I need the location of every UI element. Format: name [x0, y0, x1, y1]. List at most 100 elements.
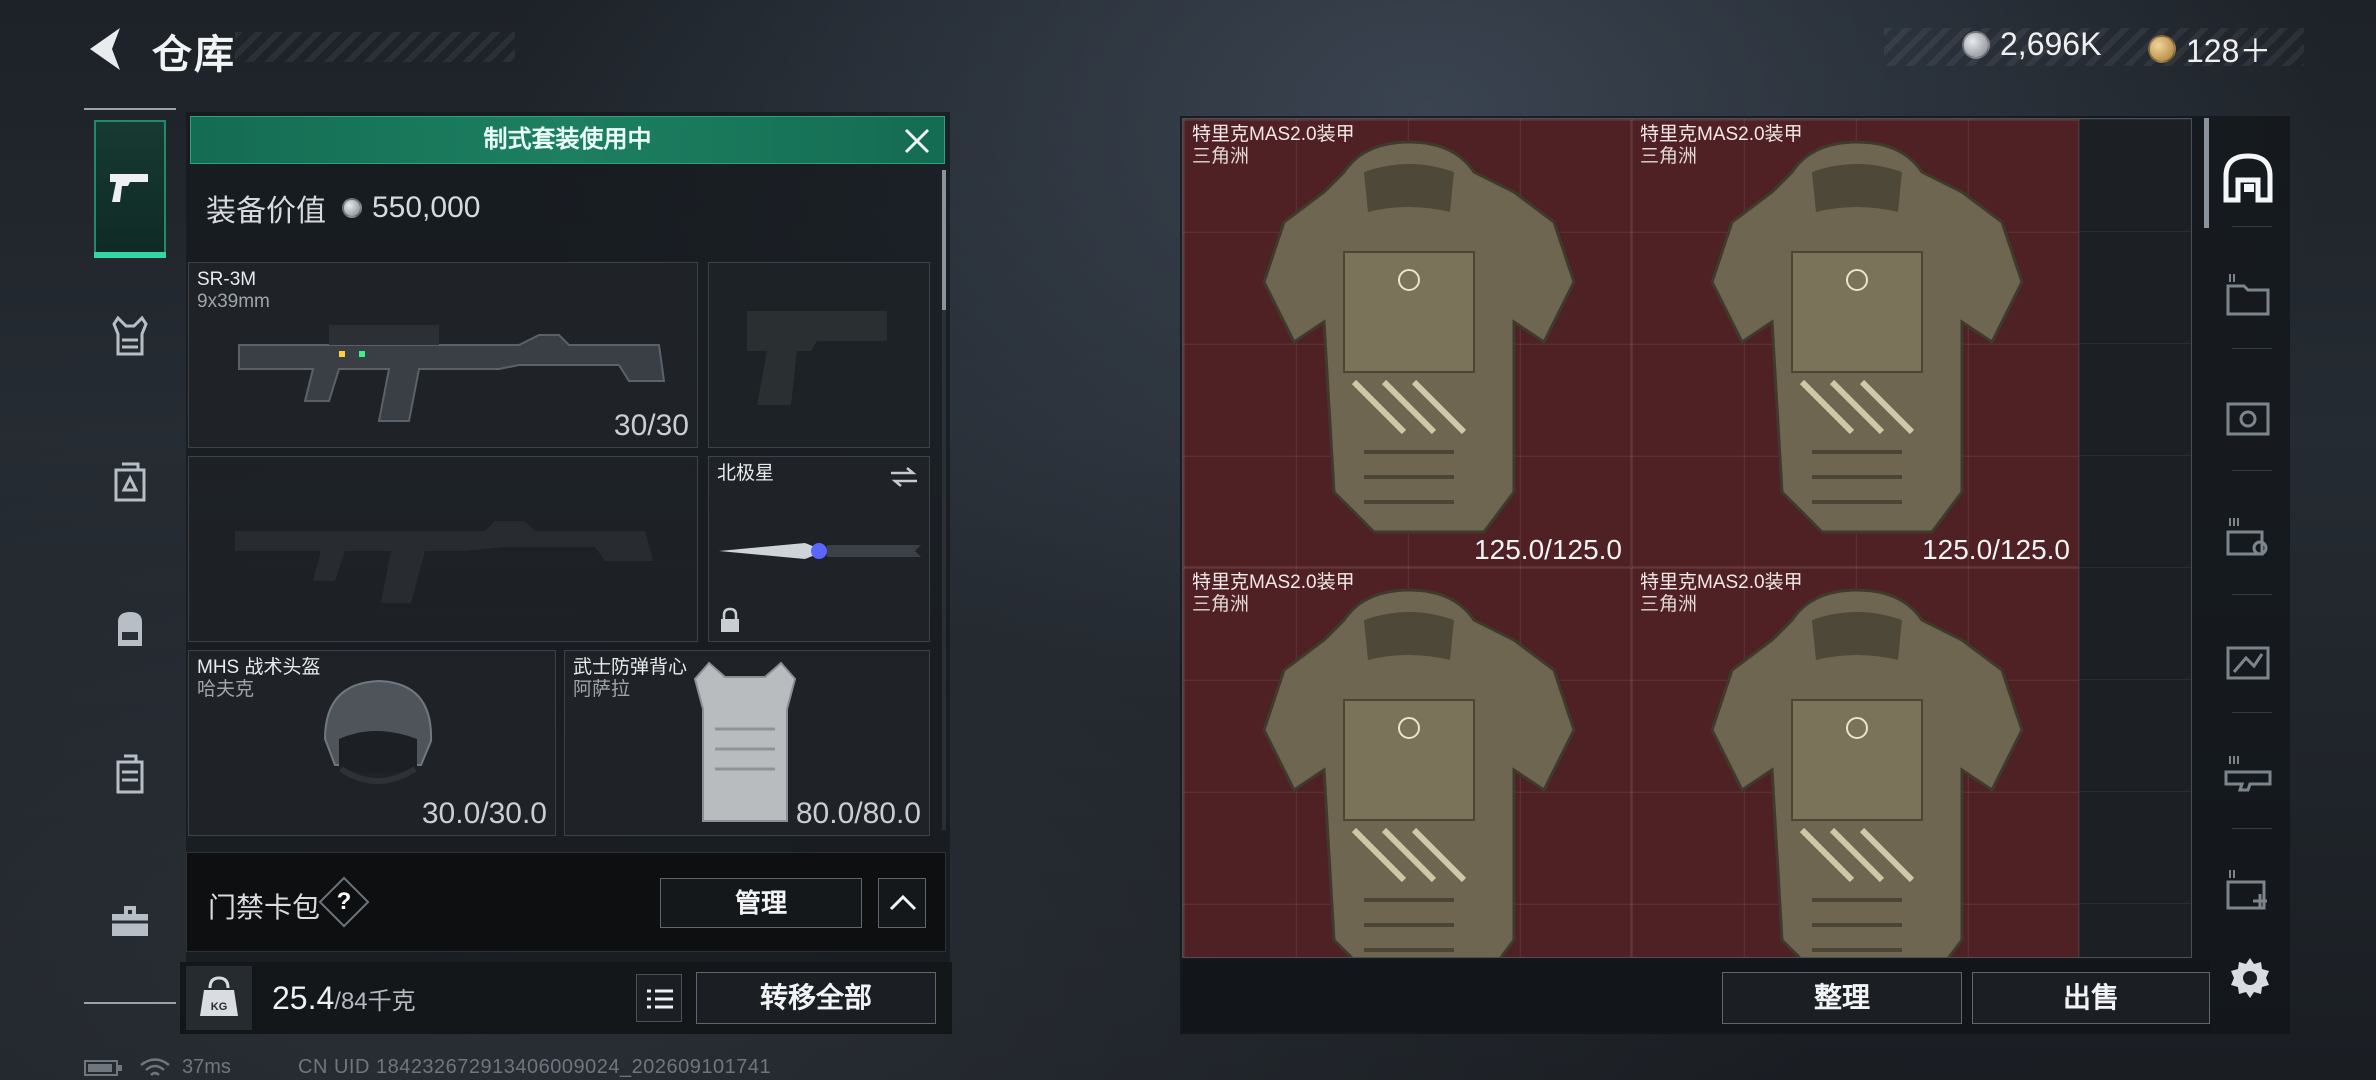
rail-separator: [2232, 348, 2272, 349]
storage-item[interactable]: 特里克MAS2.0装甲 三角洲 125.0/125.0: [1183, 119, 1631, 567]
storage-item[interactable]: 特里克MAS2.0装甲 三角洲: [1183, 567, 1631, 958]
rail-separator: [2232, 226, 2272, 227]
rail-tab-backpack[interactable]: [108, 606, 152, 650]
silver-coin-icon: [342, 198, 362, 218]
close-icon: [904, 128, 930, 154]
weapon-name: SR-3M: [197, 269, 257, 290]
filter-all-tab[interactable]: [2220, 150, 2276, 206]
armor-item-image: [1662, 580, 2052, 958]
filter-tab-6[interactable]: [2220, 864, 2276, 920]
sell-button[interactable]: 出售: [1972, 972, 2210, 1024]
item-durability: 125.0/125.0: [1474, 534, 1622, 565]
equipment-value-amount: 550,000: [372, 191, 481, 224]
rail-tab-helmet[interactable]: [108, 460, 152, 504]
rail-tab-armor[interactable]: [108, 314, 152, 358]
vest-image: [693, 661, 797, 822]
silver-coin-icon: [1962, 30, 1990, 59]
rail-divider-bottom: [84, 1002, 176, 1004]
item-faction: 三角洲: [1640, 146, 1698, 167]
swap-icon[interactable]: [889, 465, 919, 489]
home-icon: [2223, 153, 2273, 203]
chest-rig-icon: [114, 462, 146, 502]
lock-icon: [721, 607, 739, 632]
storage-scrollbar[interactable]: [2204, 118, 2209, 228]
item-name: 特里克MAS2.0装甲: [1640, 572, 1803, 593]
pistol-placeholder-icon: [747, 311, 887, 405]
weapon-case-icon: [2224, 756, 2272, 792]
silver-currency: 2,696K: [1962, 26, 2101, 63]
gold-currency[interactable]: 128＋: [2148, 26, 2271, 72]
knife-image: [719, 543, 921, 559]
armor-name: 武士防弹背心: [573, 657, 688, 678]
gold-currency-value: 128＋: [2186, 33, 2272, 69]
rail-divider-top: [84, 108, 176, 110]
filter-tab-1[interactable]: [2220, 268, 2276, 324]
gear-icon: [2231, 958, 2269, 998]
transfer-all-button[interactable]: 转移全部: [696, 972, 936, 1024]
filter-tab-5[interactable]: [2220, 748, 2276, 804]
settings-button[interactable]: [2226, 954, 2274, 1002]
weapon-ammo: 30/30: [613, 409, 689, 442]
ping-value: 37ms: [182, 1056, 231, 1078]
slot-melee[interactable]: 北极星: [708, 456, 930, 642]
equipment-value-label: 装备价值: [206, 195, 326, 228]
page-title: 仓库: [152, 33, 236, 77]
manage-button[interactable]: 管理: [660, 878, 862, 928]
weapon-caliber: 9x39mm: [197, 291, 270, 312]
banner-close-button[interactable]: [900, 124, 934, 158]
help-icon[interactable]: ?: [326, 884, 362, 920]
back-button[interactable]: [82, 22, 128, 76]
slot-secondary-weapon[interactable]: [708, 262, 930, 448]
filter-tab-3[interactable]: [2220, 512, 2276, 568]
weight-value: 25.4/84千克: [272, 980, 416, 1017]
armor-item-image: [1214, 132, 1604, 542]
helmet-name: MHS 战术头盔: [197, 657, 321, 678]
wifi-icon: [140, 1058, 170, 1076]
folder-icon: [2226, 274, 2270, 316]
filter-tab-4[interactable]: [2220, 632, 2276, 688]
loadout-scrollbar[interactable]: [942, 170, 946, 310]
item-name: 特里克MAS2.0装甲: [1640, 124, 1803, 145]
toolbox-icon: [112, 906, 148, 936]
rail-tab-toolbox[interactable]: [108, 898, 152, 942]
equipment-value: 装备价值 550,000: [206, 186, 480, 230]
rifle-placeholder-icon: [235, 521, 653, 603]
list-view-button[interactable]: [636, 974, 682, 1022]
slot-primary-weapon[interactable]: SR-3M 9x39mm 30/30: [188, 262, 698, 448]
melee-name: 北极星: [717, 463, 775, 484]
rail-tab-weapons[interactable]: [94, 120, 166, 258]
status-icons: [84, 1056, 172, 1080]
storage-item[interactable]: 特里克MAS2.0装甲 三角洲 125.0/125.0: [1631, 119, 2079, 567]
slot-helmet[interactable]: MHS 战术头盔 哈夫克 30.0/30.0: [188, 650, 556, 836]
filter-tab-2[interactable]: [2220, 390, 2276, 446]
kettlebell-icon: KG: [200, 976, 238, 1016]
armor-item-image: [1214, 580, 1604, 958]
backpack-icon: [118, 612, 142, 646]
vest-icon: [112, 315, 148, 356]
weight-current: 25.4: [272, 980, 335, 1016]
rail-separator: [2232, 470, 2272, 471]
helmet-image: [323, 679, 433, 784]
storage-item[interactable]: 特里克MAS2.0装甲 三角洲: [1631, 567, 2079, 958]
slot-armor[interactable]: 武士防弹背心 阿萨拉 80.0/80.0: [564, 650, 930, 836]
case-icon: [116, 754, 144, 794]
item-faction: 三角洲: [1192, 146, 1250, 167]
keycard-label: 门禁卡包: [208, 892, 321, 923]
slot-secondary-rifle[interactable]: [188, 456, 698, 642]
weight-icon: KG: [186, 966, 252, 1030]
svg-text:KG: KG: [211, 1001, 228, 1013]
item-faction: 三角洲: [1192, 594, 1250, 615]
gold-coin-icon: [2148, 35, 2176, 63]
armor-durability: 80.0/80.0: [795, 797, 921, 830]
sort-button[interactable]: 整理: [1722, 972, 1962, 1024]
rail-separator: [2232, 594, 2272, 595]
collapse-button[interactable]: [878, 878, 926, 928]
rail-tab-container[interactable]: [108, 752, 152, 796]
toolbox-search-icon: [2226, 518, 2268, 556]
helmet-durability: 30.0/30.0: [421, 797, 547, 830]
safe-icon: [2226, 402, 2270, 436]
chevron-up-icon: [889, 894, 917, 911]
rail-active-indicator: [94, 252, 166, 258]
weight-limit: /84千克: [334, 988, 416, 1015]
battery-icon: [84, 1060, 122, 1076]
